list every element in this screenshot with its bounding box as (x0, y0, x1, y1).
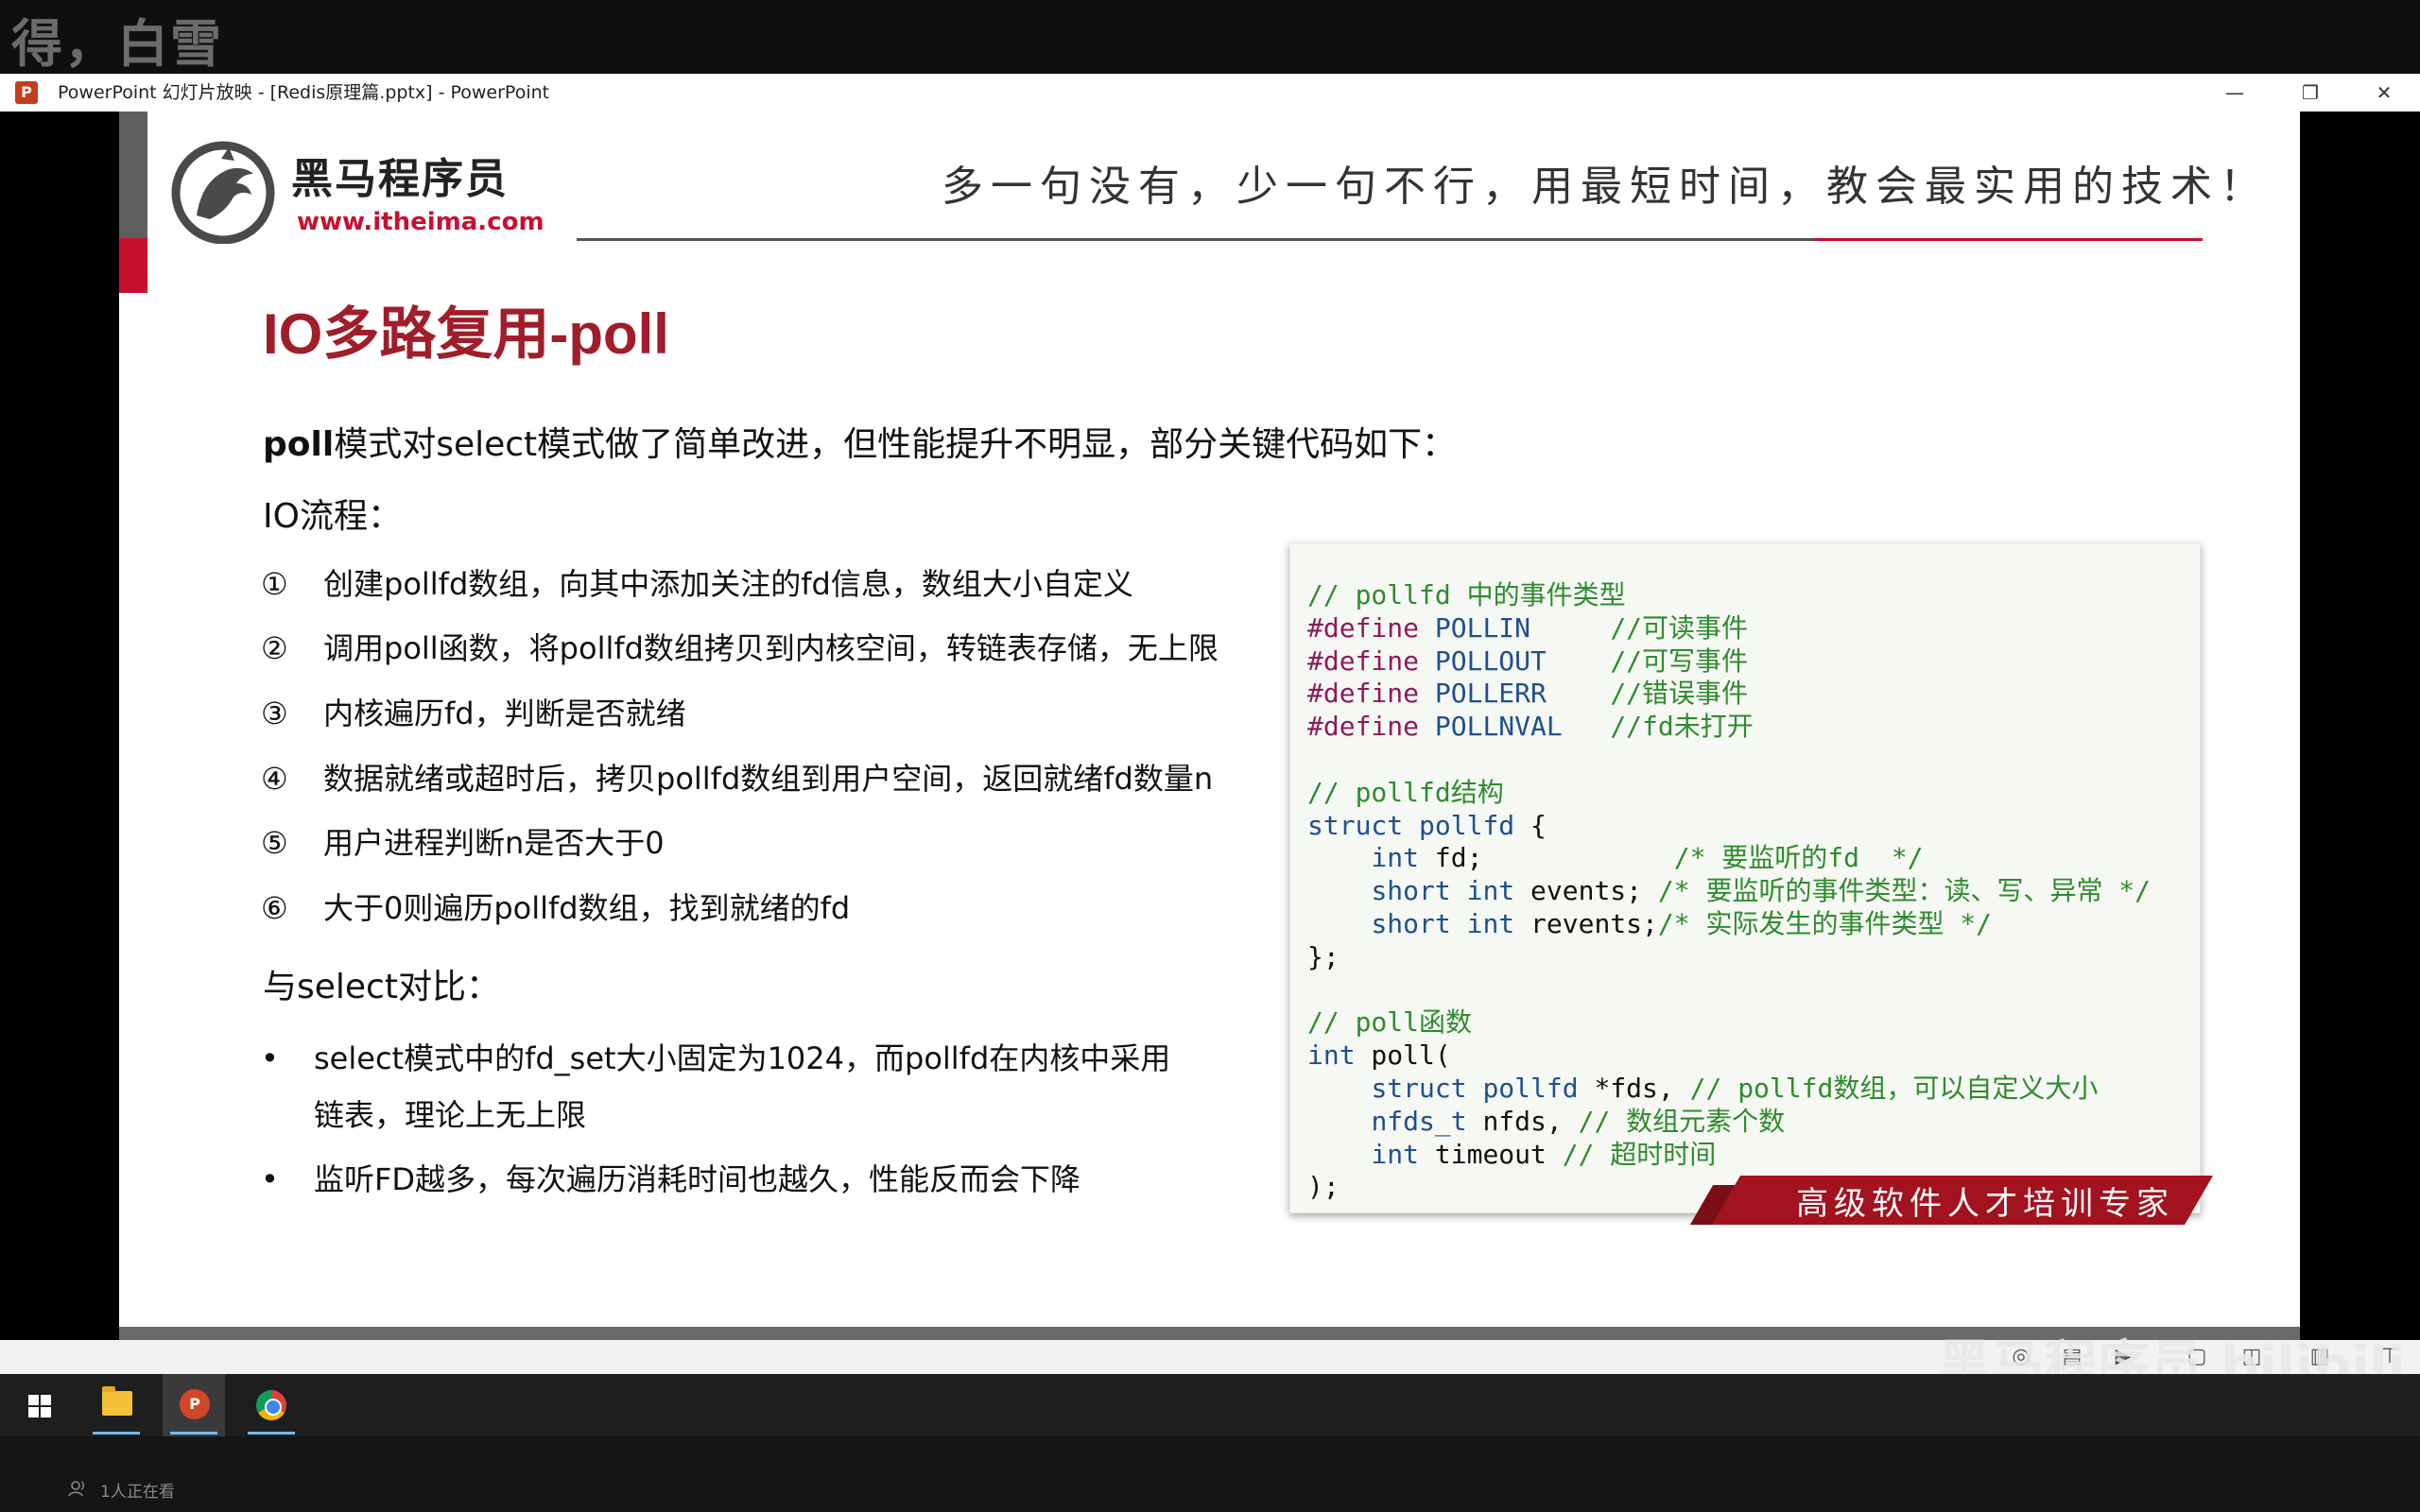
start-button[interactable] (8, 1374, 70, 1436)
step-text: 创建pollfd数组，向其中添加关注的fd信息，数组大小自定义 (323, 566, 1133, 602)
chrome-icon (256, 1390, 286, 1420)
list-item: ⑤ 用户进程判断n是否大于0 (261, 822, 665, 865)
step-text: 调用poll函数，将pollfd数组拷贝到内核空间，转链表存储，无上限 (323, 630, 1219, 666)
taskbar-chrome[interactable] (240, 1374, 302, 1436)
logo-name: 黑马程序员 (291, 155, 509, 203)
intro-rest: 模式对select模式做了简单改进，但性能提升不明显，部分关键代码如下： (334, 425, 1457, 464)
slide-side-bar-gray (119, 112, 147, 238)
powerpoint-app-icon: P (15, 81, 38, 104)
bullet-dot: • (261, 1161, 279, 1197)
compare-heading: 与select对比： (263, 968, 500, 1006)
running-indicator (170, 1432, 217, 1435)
step-text: 内核遍历fd，判断是否就绪 (323, 696, 686, 731)
logo-url: www.itheima.com (297, 208, 544, 236)
list-item: ① 创建pollfd数组，向其中添加关注的fd信息，数组大小自定义 (261, 563, 1133, 606)
banner-text: 高级软件人才培训专家 (1796, 1185, 2174, 1223)
restore-button[interactable]: ❐ (2282, 76, 2339, 110)
running-indicator (93, 1432, 140, 1435)
powerpoint-icon: P (180, 1389, 210, 1419)
close-button[interactable]: ✕ (2356, 76, 2412, 110)
step-number: ② (261, 630, 288, 666)
step-number: ⑥ (261, 890, 288, 926)
overlay-bar (0, 0, 2420, 74)
player-footer (0, 1436, 2420, 1512)
bullet-item: • select模式中的fd_set大小固定为1024，而pollfd在内核中采… (261, 1030, 1301, 1143)
io-flow-heading: IO流程： (263, 497, 402, 536)
intro-bold: poll (263, 425, 335, 464)
header-slogan: 多一句没有，少一句不行，用最短时间，教会最实用的技术！ (942, 163, 2269, 211)
viewers-icon (68, 1481, 84, 1497)
horse-logo-icon (171, 141, 275, 244)
step-number: ④ (261, 761, 288, 797)
taskbar (0, 1374, 2420, 1436)
slide-title: IO多路复用-poll (263, 302, 669, 366)
list-item: ③ 内核遍历fd，判断是否就绪 (261, 693, 686, 735)
slide-side-bar-red (119, 238, 147, 293)
step-text: 数据就绪或超时后，拷贝pollfd数组到用户空间，返回就绪fd数量n (323, 761, 1214, 797)
bullet-text: select模式中的fd_set大小固定为1024，而pollfd在内核中采用链… (314, 1030, 1259, 1143)
step-text: 用户进程判断n是否大于0 (323, 825, 665, 861)
overlay-caption: 得，白雪 (11, 14, 223, 74)
list-item: ④ 数据就绪或超时后，拷贝pollfd数组到用户空间，返回就绪fd数量n (261, 758, 1213, 800)
step-number: ① (261, 566, 288, 602)
header-rule-red (1813, 238, 2203, 241)
bullet-dot: • (261, 1040, 279, 1076)
list-item: ② 调用poll函数，将pollfd数组拷贝到内核空间，转链表存储，无上限 (261, 627, 1219, 670)
folder-icon (102, 1386, 132, 1416)
list-item: ⑥ 大于0则遍历pollfd数组，找到就绪的fd (261, 887, 850, 930)
step-text: 大于0则遍历pollfd数组，找到就绪的fd (323, 890, 851, 926)
viewer-count: 1人正在看 (100, 1483, 175, 1502)
taskbar-powerpoint[interactable]: P (163, 1374, 225, 1436)
bullet-item: • 监听FD越多，每次遍历消耗时间也越久，性能反而会下降 (261, 1151, 1301, 1208)
step-number: ③ (261, 696, 288, 731)
bullet-text: 监听FD越多，每次遍历消耗时间也越久，性能反而会下降 (314, 1161, 1081, 1197)
windows-logo-icon (28, 1395, 51, 1418)
minimize-button[interactable]: — (2206, 76, 2263, 110)
running-indicator (248, 1432, 295, 1435)
code-block: // pollfd 中的事件类型 #define POLLIN //可读事件 #… (1289, 542, 2201, 1213)
window-title: PowerPoint 幻灯片放映 - [Redis原理篇.pptx] - Pow… (58, 82, 550, 103)
bullet-line-2: 链表，理论上无上限 (314, 1097, 587, 1133)
taskbar-file-explorer[interactable] (85, 1374, 147, 1436)
intro-text: poll模式对select模式做了简单改进，但性能提升不明显，部分关键代码如下： (263, 421, 1456, 469)
bullet-line-1: select模式中的fd_set大小固定为1024，而pollfd在内核中采用 (314, 1040, 1171, 1076)
code-text: // pollfd 中的事件类型 #define POLLIN //可读事件 #… (1307, 579, 2152, 1203)
header-rule-gray (577, 238, 1815, 241)
slide[interactable]: 黑马程序员 www.itheima.com 多一句没有，少一句不行，用最短时间，… (119, 112, 2300, 1336)
step-number: ⑤ (261, 825, 288, 861)
